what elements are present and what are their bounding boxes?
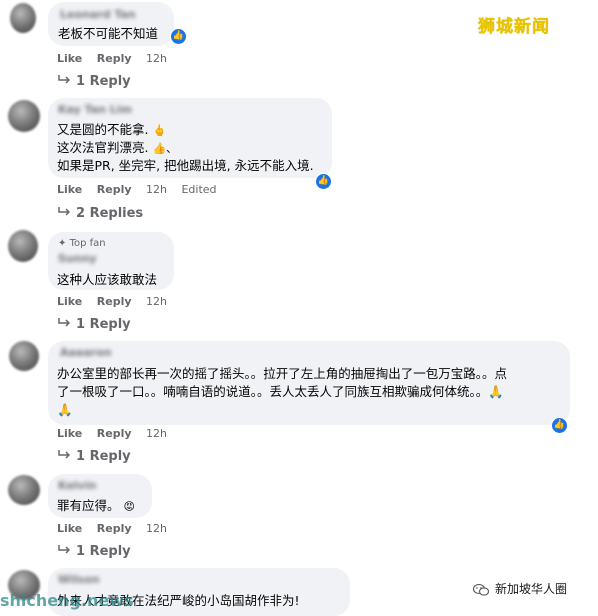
reply-button[interactable]: Reply — [97, 52, 132, 65]
like-button[interactable]: Like — [57, 295, 82, 308]
comment-thread: Leonard Tan 老板不可能不知道 👍 Like Reply 12h 1 … — [0, 0, 598, 616]
reply-arrow-icon — [58, 450, 70, 459]
comment-author[interactable]: Kelvin — [58, 479, 96, 492]
comment-line: 这次法官判漂亮. — [57, 140, 149, 155]
avatar[interactable] — [8, 100, 40, 132]
comment-line: 罪有应得。 — [57, 498, 120, 513]
comment-actions: Like Reply 12h — [57, 522, 178, 535]
badge-label: Top fan — [69, 238, 106, 249]
comment-author[interactable]: Aaaaron — [60, 346, 112, 359]
comment-time[interactable]: 12h — [146, 427, 167, 440]
comment-author[interactable]: Leonard Tan — [60, 8, 136, 21]
comment-time[interactable]: 12h — [146, 52, 167, 65]
replies-count: 1 Reply — [76, 74, 131, 89]
comment-author[interactable]: Wilson — [58, 573, 100, 586]
view-replies-link[interactable]: 1 Reply — [58, 449, 131, 464]
watermark-top: 狮城新闻 — [478, 17, 550, 37]
like-button[interactable]: Like — [57, 52, 82, 65]
like-button[interactable]: Like — [57, 522, 82, 535]
reply-arrow-icon — [58, 318, 70, 327]
reply-button[interactable]: Reply — [97, 183, 132, 196]
reply-arrow-icon — [58, 545, 70, 554]
comment-text: 又是圆的不能拿. 🖕 — [57, 121, 166, 139]
like-reaction-icon[interactable]: 👍 — [170, 28, 187, 45]
wechat-account-name: 新加坡华人圈 — [495, 582, 568, 596]
like-button[interactable]: Like — [57, 427, 82, 440]
view-replies-link[interactable]: 2 Replies — [58, 206, 143, 221]
comment-time[interactable]: 12h — [146, 522, 167, 535]
comment-author[interactable]: Kay Tan Lim — [58, 103, 132, 116]
like-reaction-icon[interactable]: 👍 — [551, 417, 568, 434]
comment-text: 如果是PR, 坐完牢, 把他踢出境, 永远不能入境. — [57, 158, 314, 173]
view-replies-link[interactable]: 1 Reply — [58, 317, 131, 332]
avatar[interactable] — [8, 230, 38, 262]
reply-button[interactable]: Reply — [97, 522, 132, 535]
comment-author[interactable]: Sunny — [58, 252, 97, 265]
finger-emoji-icon: 🖕 — [152, 124, 167, 137]
thumbs-up-emoji-icon: 👍、 — [152, 142, 178, 155]
reply-arrow-icon — [58, 207, 70, 216]
comment-text: 🙏 — [57, 402, 73, 417]
comment-actions: Like Reply 12h — [57, 427, 178, 440]
replies-count: 2 Replies — [76, 206, 144, 221]
comment-text: 罪有应得。 😡 — [57, 497, 135, 515]
wechat-account: 新加坡华人圈 — [473, 580, 567, 597]
like-button[interactable]: Like — [57, 183, 82, 196]
view-replies-link[interactable]: 1 Reply — [58, 74, 131, 89]
edited-label: Edited — [181, 183, 217, 196]
replies-count: 1 Reply — [76, 544, 131, 559]
top-fan-badge: ✦ Top fan — [58, 238, 106, 249]
comment-time[interactable]: 12h — [146, 295, 167, 308]
comment-actions: Like Reply 12h — [57, 52, 178, 65]
reply-button[interactable]: Reply — [97, 427, 132, 440]
avatar[interactable] — [8, 475, 40, 505]
reply-arrow-icon — [58, 75, 70, 84]
comment-text: 这次法官判漂亮. 👍、 — [57, 139, 177, 157]
comment-text: 老板不可能不知道 — [58, 26, 159, 41]
angry-face-emoji-icon: 😡 — [123, 500, 135, 513]
like-reaction-icon[interactable]: 👍 — [315, 173, 332, 190]
comment-text: 了一根吸了一口。。喃喃自语的说道。。丢人太丢人了同族互相欺骗成何体统。。🙏 — [57, 384, 504, 399]
comment-time[interactable]: 12h — [146, 183, 167, 196]
avatar[interactable] — [10, 3, 36, 33]
view-replies-link[interactable]: 1 Reply — [58, 544, 131, 559]
comment-text: 这种人应该敢敢法 — [57, 272, 158, 287]
avatar[interactable] — [9, 341, 39, 371]
fan-badge-icon: ✦ — [58, 238, 70, 249]
reply-button[interactable]: Reply — [97, 295, 132, 308]
comment-actions: Like Reply 12h — [57, 295, 178, 308]
comment-text: 办公室里的部长再一次的摇了摇头。。拉开了左上角的抽屉掏出了一包万宝路。。点 — [57, 366, 508, 381]
watermark-bottom: shicheng.news — [0, 591, 134, 610]
comment-line: 又是圆的不能拿. — [57, 122, 149, 137]
comment-actions: Like Reply 12h Edited — [57, 183, 228, 196]
replies-count: 1 Reply — [76, 449, 131, 464]
replies-count: 1 Reply — [76, 317, 131, 332]
wechat-icon — [473, 583, 489, 596]
